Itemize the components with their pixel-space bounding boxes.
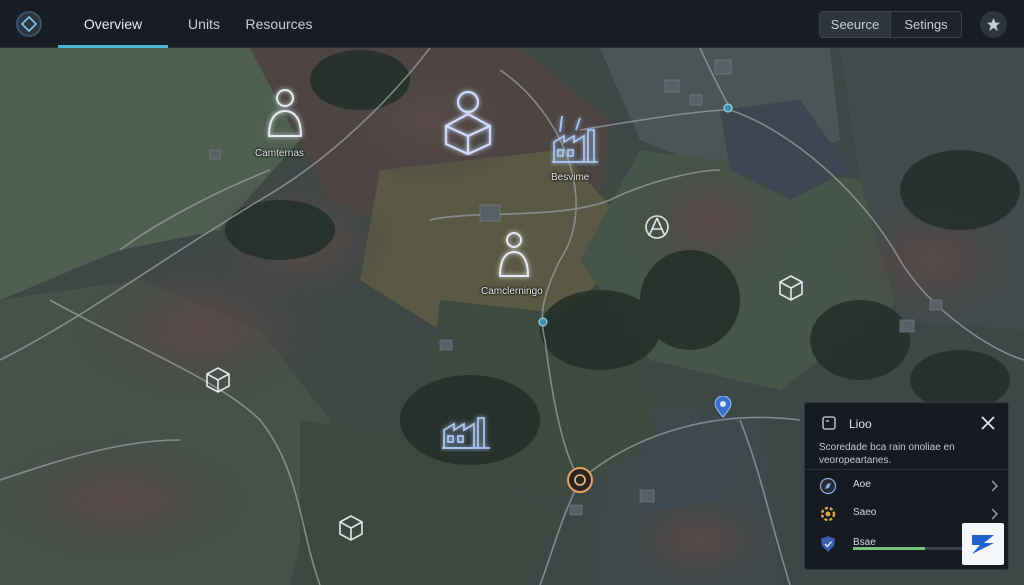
close-icon[interactable]: [979, 414, 997, 437]
panel-row-saeo[interactable]: Saeo: [819, 503, 999, 525]
tab-overview[interactable]: Overview: [58, 0, 168, 48]
diamond-logo-icon[interactable]: [16, 11, 42, 37]
progress-fill: [853, 547, 925, 550]
chevron-right-icon: [989, 479, 999, 497]
panel-row-aoe[interactable]: Aoe: [819, 475, 999, 497]
person-marker-icon[interactable]: [496, 226, 532, 285]
person-marker-icon[interactable]: [264, 84, 306, 145]
waypoint-dot-icon[interactable]: [537, 315, 549, 333]
compass-icon: [819, 477, 837, 500]
map-label-factory-top: Besvime: [551, 172, 590, 183]
box-marker-icon[interactable]: [205, 366, 231, 399]
progress-bar: [853, 547, 973, 550]
segmented-control: Seeurce Setings: [819, 11, 962, 38]
window-icon: [821, 415, 837, 436]
factory-marker-icon[interactable]: [440, 412, 492, 457]
factory-marker-icon[interactable]: [550, 112, 600, 171]
map-label-camp-top: Camternas: [255, 148, 304, 159]
star-badge-icon[interactable]: [980, 11, 1007, 38]
location-pin-icon[interactable]: [714, 395, 732, 423]
tripod-marker-icon[interactable]: [644, 214, 670, 245]
shield-icon: [819, 535, 837, 558]
tab-units[interactable]: Units: [180, 0, 228, 48]
target-marker-icon[interactable]: [566, 466, 594, 499]
box-marker-icon[interactable]: [338, 514, 364, 547]
settings-button[interactable]: Setings: [890, 12, 961, 37]
panel-title: Lioo: [849, 417, 872, 431]
app-logo-icon[interactable]: [962, 523, 1004, 565]
panel-row-label: Saeo: [853, 507, 877, 518]
box-marker-icon[interactable]: [778, 274, 804, 307]
gear-icon: [819, 505, 837, 528]
source-button[interactable]: Seeurce: [820, 12, 890, 37]
tab-resources[interactable]: Resources: [245, 0, 313, 48]
panel-description: Scoredade bca rain onoliae en veoropeart…: [819, 442, 955, 466]
top-navigation-bar: Overview Units Resources Seeurce Setings: [0, 0, 1024, 48]
cube-marker-icon[interactable]: [440, 86, 496, 161]
waypoint-dot-icon[interactable]: [722, 101, 734, 119]
divider: [805, 469, 1008, 470]
panel-row-label: Aoe: [853, 479, 871, 490]
map-label-camp-center: Camclerningo: [481, 286, 543, 297]
